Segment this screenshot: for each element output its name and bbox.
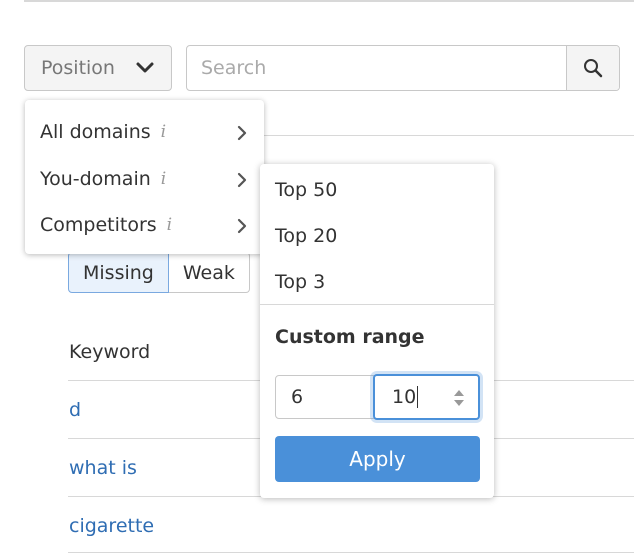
tab-missing[interactable]: Missing	[68, 252, 169, 293]
option-top-3[interactable]: Top 3	[260, 260, 494, 304]
range-to-input[interactable]: 10	[373, 374, 480, 420]
chevron-down-icon	[136, 62, 154, 73]
option-top-50[interactable]: Top 50	[260, 168, 494, 212]
text-caret	[417, 386, 419, 408]
menu-item-label: Competitors	[40, 214, 157, 236]
info-icon[interactable]: i	[167, 215, 172, 235]
chevron-right-icon	[237, 125, 247, 141]
search-button[interactable]	[566, 46, 619, 90]
search-input[interactable]	[187, 46, 566, 90]
keyword-column-header: Keyword	[69, 341, 151, 363]
info-icon[interactable]: i	[161, 122, 166, 142]
menu-item-label: All domains	[40, 121, 151, 143]
submenu-divider	[260, 304, 494, 305]
apply-button[interactable]: Apply	[275, 436, 480, 482]
menu-item-all-domains[interactable]: All domains i	[25, 110, 264, 154]
keyword-link[interactable]: d	[69, 399, 81, 421]
chevron-right-icon	[237, 218, 247, 234]
search-icon	[584, 59, 603, 78]
range-from-input[interactable]: 6	[275, 375, 375, 419]
stepper-arrows-icon[interactable]	[452, 386, 466, 410]
option-top-20[interactable]: Top 20	[260, 214, 494, 258]
keyword-link[interactable]: what is	[69, 457, 137, 479]
position-label: Position	[41, 57, 115, 79]
row-divider	[68, 552, 634, 553]
position-dropdown-button[interactable]: Position	[24, 45, 172, 91]
position-range-submenu: Top 50 Top 20 Top 3 Custom range 6 10 Ap…	[260, 164, 494, 498]
search-box	[186, 45, 620, 91]
range-to-value: 10	[392, 386, 417, 408]
keyword-link[interactable]: cigarette	[69, 515, 154, 537]
menu-item-you-domain[interactable]: You-domain i	[25, 157, 264, 201]
range-from-value: 6	[291, 386, 304, 408]
filter-tabs: Missing Weak	[68, 252, 250, 293]
custom-range-title: Custom range	[275, 326, 425, 348]
position-menu: All domains i You-domain i Competitors i	[25, 100, 264, 254]
chevron-right-icon	[237, 172, 247, 188]
menu-item-competitors[interactable]: Competitors i	[25, 203, 264, 247]
tab-weak[interactable]: Weak	[168, 252, 250, 293]
section-divider	[262, 135, 634, 136]
menu-item-label: You-domain	[40, 168, 151, 190]
top-divider	[24, 0, 634, 2]
info-icon[interactable]: i	[161, 169, 166, 189]
